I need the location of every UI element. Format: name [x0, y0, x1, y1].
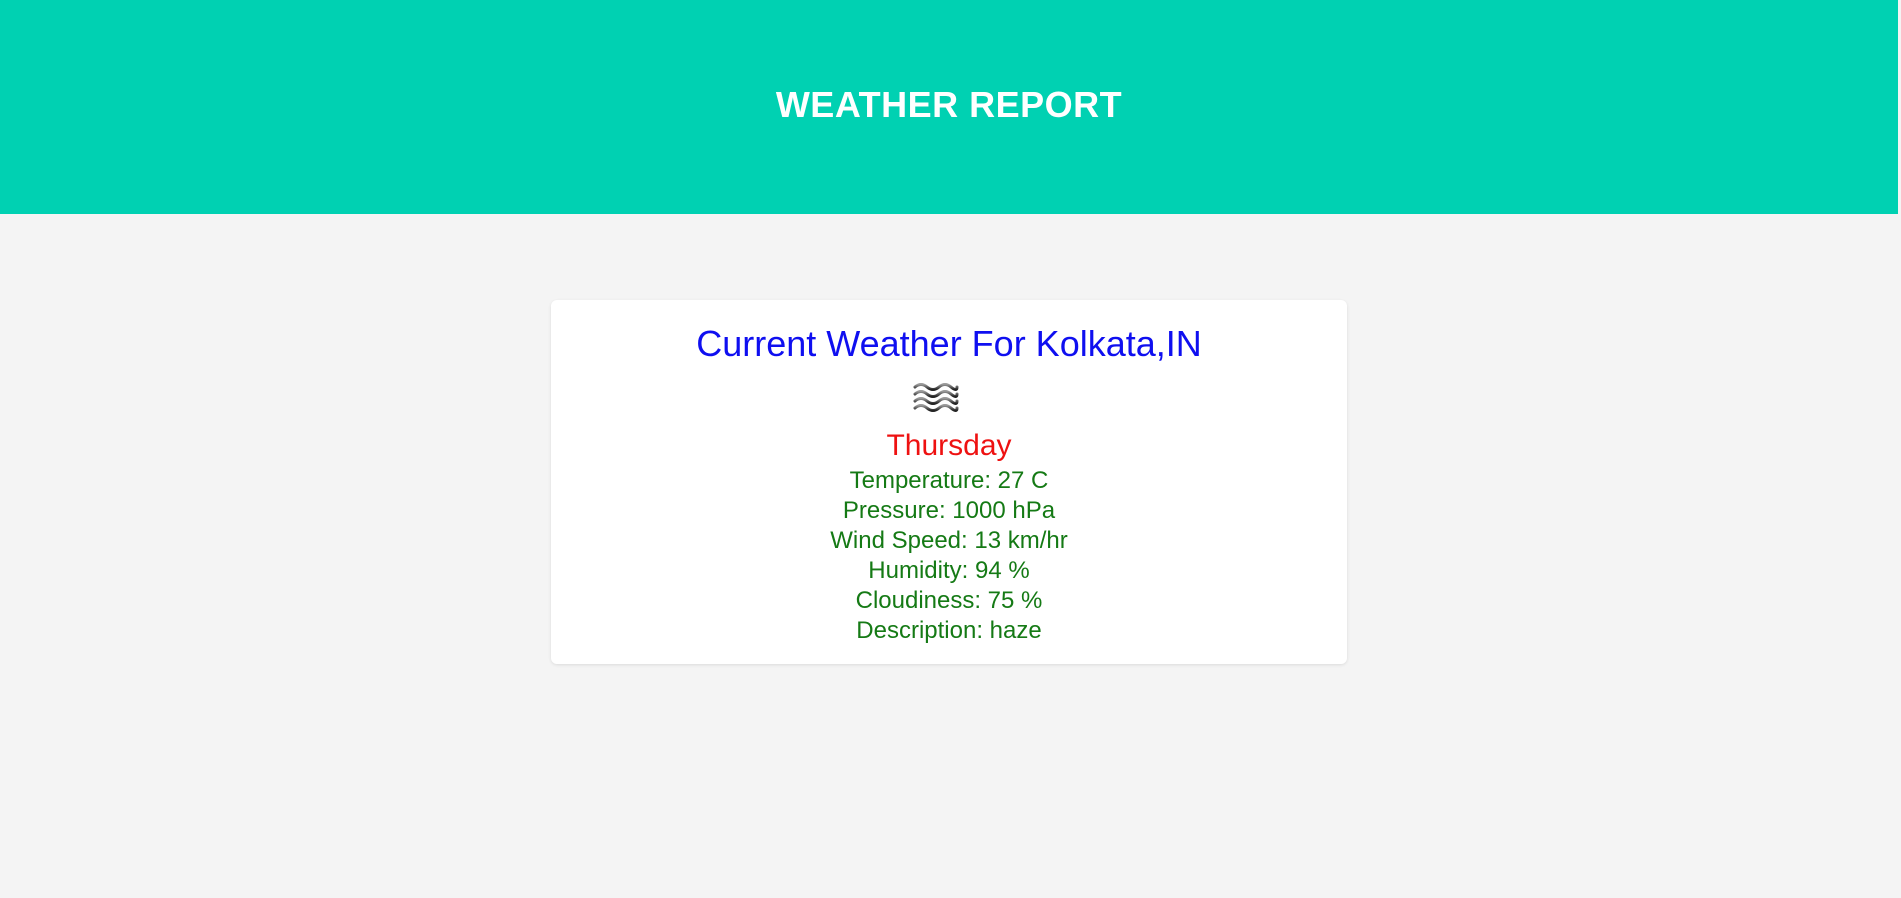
weather-card: Current Weather For Kolkata,IN Thursday … — [551, 300, 1347, 664]
description-stat: Description: haze — [856, 617, 1042, 644]
haze-icon — [913, 383, 959, 412]
wind-speed-stat: Wind Speed: 13 km/hr — [830, 527, 1068, 554]
header-banner: WEATHER REPORT — [0, 0, 1898, 214]
pressure-stat: Pressure: 1000 hPa — [842, 497, 1056, 524]
weekday-label: Thursday — [886, 429, 1012, 462]
page-title: WEATHER REPORT — [775, 84, 1123, 125]
temperature-stat: Temperature: 27 C — [849, 467, 1049, 494]
weather-stats-list: Temperature: 27 C Pressure: 1000 hPa Win… — [551, 466, 1347, 646]
cloudiness-stat: Cloudiness: 75 % — [855, 587, 1043, 614]
humidity-stat: Humidity: 94 % — [868, 557, 1030, 584]
card-title: Current Weather For Kolkata,IN — [696, 323, 1202, 364]
